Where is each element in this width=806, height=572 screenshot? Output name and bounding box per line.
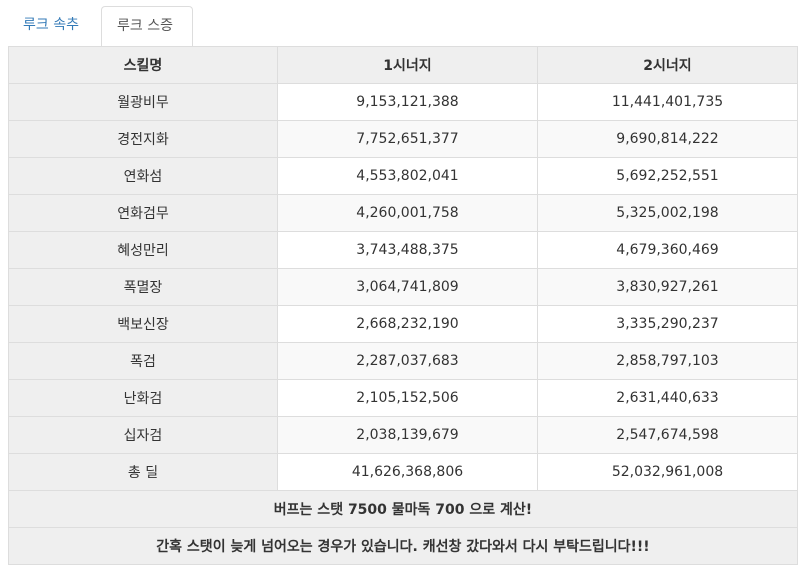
table-header-row: 스킬명 1시너지 2시너지 (8, 46, 798, 84)
synergy-2-value: 11,441,401,735 (537, 83, 798, 121)
skill-name-cell: 경전지화 (8, 120, 278, 158)
total-synergy-2: 52,032,961,008 (537, 453, 798, 491)
stat-delay-note: 간혹 스탯이 늦게 넘어오는 경우가 있습니다. 캐선창 갔다와서 다시 부탁드… (8, 527, 798, 565)
synergy-1-value: 7,752,651,377 (277, 120, 538, 158)
skill-name-cell: 혜성만리 (8, 231, 278, 269)
synergy-2-value: 3,830,927,261 (537, 268, 798, 306)
skill-name-cell: 폭검 (8, 342, 278, 380)
tab-luke-skill-boost[interactable]: 루크 스증 (101, 6, 193, 47)
skill-name-cell: 난화검 (8, 379, 278, 417)
tab-luke-attack-speed[interactable]: 루크 속추 (8, 6, 101, 44)
total-damage-row: 총 딜 41,626,368,806 52,032,961,008 (8, 453, 798, 491)
header-skill-name: 스킬명 (8, 46, 278, 84)
synergy-2-value: 2,858,797,103 (537, 342, 798, 380)
synergy-2-value: 5,325,002,198 (537, 194, 798, 232)
table-row: 난화검 2,105,152,506 2,631,440,633 (8, 379, 798, 417)
skill-name-cell: 연화검무 (8, 194, 278, 232)
synergy-2-value: 5,692,252,551 (537, 157, 798, 195)
skill-name-cell: 월광비무 (8, 83, 278, 121)
table-row: 십자검 2,038,139,679 2,547,674,598 (8, 416, 798, 454)
synergy-1-value: 4,553,802,041 (277, 157, 538, 195)
synergy-2-value: 4,679,360,469 (537, 231, 798, 269)
header-synergy-2: 2시너지 (537, 46, 798, 84)
table-row: 연화섬 4,553,802,041 5,692,252,551 (8, 157, 798, 195)
table-row: 폭멸장 3,064,741,809 3,830,927,261 (8, 268, 798, 306)
skill-name-cell: 폭멸장 (8, 268, 278, 306)
synergy-1-value: 2,668,232,190 (277, 305, 538, 343)
skill-name-cell: 십자검 (8, 416, 278, 454)
skill-damage-table: 스킬명 1시너지 2시너지 월광비무 9,153,121,388 11,441,… (8, 46, 798, 565)
table-row: 연화검무 4,260,001,758 5,325,002,198 (8, 194, 798, 232)
total-label: 총 딜 (8, 453, 278, 491)
table-row: 경전지화 7,752,651,377 9,690,814,222 (8, 120, 798, 158)
synergy-2-value: 3,335,290,237 (537, 305, 798, 343)
buff-note: 버프는 스탯 7500 물마독 700 으로 계산! (8, 490, 798, 528)
total-synergy-1: 41,626,368,806 (277, 453, 538, 491)
table-row: 폭검 2,287,037,683 2,858,797,103 (8, 342, 798, 380)
tab-bar: 루크 속추 루크 스증 (8, 6, 798, 47)
synergy-2-value: 2,547,674,598 (537, 416, 798, 454)
table-row: 혜성만리 3,743,488,375 4,679,360,469 (8, 231, 798, 269)
table-row: 백보신장 2,668,232,190 3,335,290,237 (8, 305, 798, 343)
buff-note-row: 버프는 스탯 7500 물마독 700 으로 계산! (8, 490, 798, 528)
synergy-1-value: 4,260,001,758 (277, 194, 538, 232)
synergy-1-value: 2,038,139,679 (277, 416, 538, 454)
synergy-1-value: 2,105,152,506 (277, 379, 538, 417)
synergy-1-value: 3,743,488,375 (277, 231, 538, 269)
skill-name-cell: 백보신장 (8, 305, 278, 343)
skill-name-cell: 연화섬 (8, 157, 278, 195)
warning-note-row: 간혹 스탯이 늦게 넘어오는 경우가 있습니다. 캐선창 갔다와서 다시 부탁드… (8, 527, 798, 565)
synergy-1-value: 9,153,121,388 (277, 83, 538, 121)
synergy-2-value: 2,631,440,633 (537, 379, 798, 417)
synergy-1-value: 2,287,037,683 (277, 342, 538, 380)
header-synergy-1: 1시너지 (277, 46, 538, 84)
table-row: 월광비무 9,153,121,388 11,441,401,735 (8, 83, 798, 121)
synergy-1-value: 3,064,741,809 (277, 268, 538, 306)
synergy-2-value: 9,690,814,222 (537, 120, 798, 158)
